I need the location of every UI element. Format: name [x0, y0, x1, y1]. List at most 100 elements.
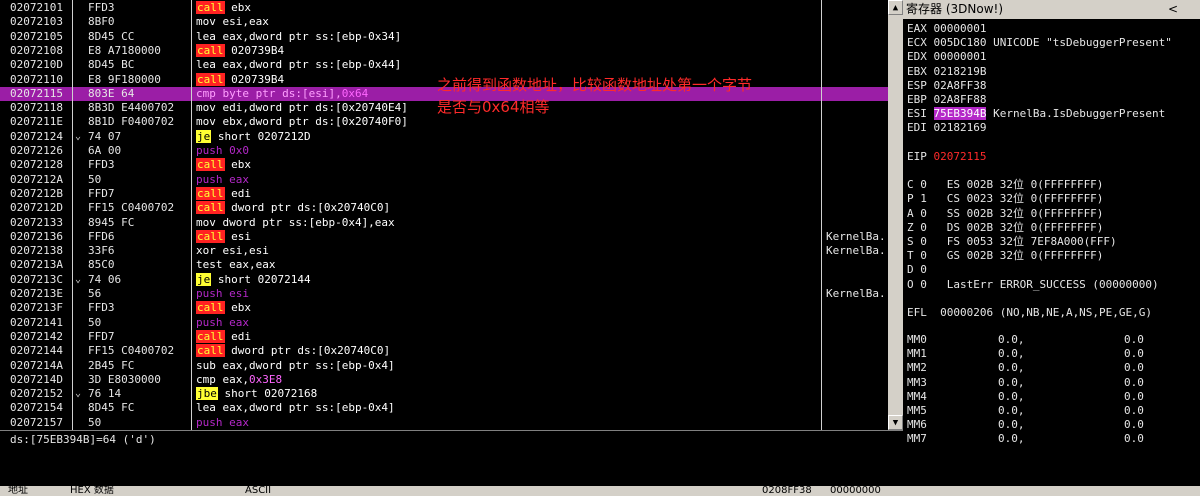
instruction-row[interactable]: 02072152 ⌄ 76 14 jbe short 02072168: [0, 387, 888, 401]
register-mm5[interactable]: MM5 0.0, 0.0: [907, 403, 1144, 418]
instruction-token: call: [196, 43, 225, 57]
instruction-bytes: 8D45 BC: [88, 58, 135, 72]
instruction-row[interactable]: 0207213C ⌄ 74 06 je short 02072144: [0, 272, 888, 287]
register-edi[interactable]: EDI 02182169: [907, 121, 986, 135]
flag-segment-line[interactable]: S 0 FS 0053 32位 7EF8A000(FFF): [907, 235, 1117, 249]
register-mm3[interactable]: MM3 0.0, 0.0: [907, 376, 1144, 390]
flag-segment-line[interactable]: Z 0 DS 002B 32位 0(FFFFFFFF): [907, 221, 1103, 235]
instruction-row[interactable]: 02072101 FFD3 call ebx: [0, 1, 888, 15]
instruction-row[interactable]: 0207212B FFD7 call edi: [0, 186, 888, 201]
instruction-address: 0207214A: [10, 358, 63, 372]
register-value[interactable]: 00000001: [934, 22, 987, 35]
instruction-address: 02072142: [10, 329, 63, 343]
instruction-token: lea eax,dword ptr ss:[ebp-0x34]: [196, 29, 402, 43]
register-value[interactable]: 02A8FF38: [934, 79, 987, 92]
flag-segment-line[interactable]: A 0 SS 002B 32位 0(FFFFFFFF): [907, 207, 1103, 221]
register-ebx[interactable]: EBX 0218219B: [907, 65, 986, 79]
instruction-address: 0207212A: [10, 172, 63, 186]
register-eax[interactable]: EAX 00000001: [907, 22, 986, 36]
instruction-row[interactable]: 0207213F FFD3 call ebx: [0, 301, 888, 315]
instruction-row[interactable]: 0207212D FF15 C0400702 call dword ptr ds:[…: [0, 201, 888, 215]
instruction-address: 02072108: [10, 43, 63, 57]
instruction-row[interactable]: 0207214D 3D E8030000 cmp eax,0x3E8: [0, 373, 888, 387]
column-divider-comment: [821, 0, 822, 430]
instruction-row[interactable]: 0207213A 85C0 test eax,eax: [0, 258, 888, 272]
register-edx[interactable]: EDX 00000001: [907, 50, 986, 64]
instruction-token: push eax: [196, 315, 249, 329]
instruction-row[interactable]: 02072144 FF15 C0400702 call dword ptr ds:[…: [0, 344, 888, 358]
register-value[interactable]: 005DC180: [934, 36, 987, 49]
instruction-row[interactable]: 0207212A 50 push eax: [0, 173, 888, 187]
instruction-token: edi: [231, 186, 251, 200]
instruction-token: 020739B4: [231, 72, 285, 86]
register-value[interactable]: 75EB394B: [933, 107, 987, 121]
flag-segment-line[interactable]: D 0: [907, 263, 927, 277]
register-value[interactable]: 02182169: [934, 121, 987, 134]
eflags-line[interactable]: EFL 00000206 (NO,NB,NE,A,NS,PE,GE,G): [907, 306, 1152, 320]
register-mm2[interactable]: MM2 0.0, 0.0: [907, 361, 1144, 375]
register-mm1[interactable]: MM1 0.0, 0.0: [907, 347, 1144, 361]
mm-value-high: 0.0: [1124, 375, 1144, 389]
instruction-token: 0x3E8: [248, 372, 283, 386]
instruction-bytes: 803E 64: [88, 86, 135, 100]
instruction-row[interactable]: 02072142 FFD7 call edi: [0, 329, 888, 344]
register-mm6[interactable]: MM6 0.0, 0.0: [907, 418, 1144, 432]
registers-pane[interactable]: 寄存器 (3DNow!) < EAX 00000001 ECX 005DC180 …: [903, 0, 1200, 486]
instruction-bytes: 2B45 FC: [88, 358, 135, 372]
instruction-row[interactable]: 0207214A 2B45 FC sub eax,dword ptr ss:[ebp…: [0, 359, 888, 373]
instruction-row[interactable]: 0207210D 8D45 BC lea eax,dword ptr ss:[ebp…: [0, 58, 888, 72]
mm-value-high: 0.0: [1124, 332, 1144, 346]
register-ebp[interactable]: EBP 02A8FF88: [907, 93, 986, 107]
disassembly-scrollbar[interactable]: ▲ ▼: [888, 0, 903, 430]
instruction-row[interactable]: 02072138 33F6 xor esi,esi KernelBa.: [0, 244, 888, 258]
instruction-address: 02072105: [10, 29, 63, 43]
scroll-up-icon[interactable]: ▲: [888, 0, 903, 15]
register-eip[interactable]: EIP 02072115: [907, 150, 986, 164]
registers-header[interactable]: 寄存器 (3DNow!) <: [903, 0, 1200, 19]
register-esi[interactable]: ESI 75EB394B KernelBa.IsDebuggerPresent: [907, 107, 1165, 121]
register-mm7[interactable]: MM7 0.0, 0.0: [907, 432, 1144, 446]
register-value[interactable]: 00000001: [934, 50, 987, 63]
register-mm0[interactable]: MM0 0.0, 0.0: [907, 333, 1144, 347]
instruction-row[interactable]: 02072154 8D45 FC lea eax,dword ptr ss:[ebp…: [0, 401, 888, 415]
register-value[interactable]: 02A8FF88: [934, 93, 987, 106]
instruction-row[interactable]: 02072136 FFD6 call esi KernelBa.: [0, 229, 888, 244]
instruction-row[interactable]: 02072157 50 push eax: [0, 416, 888, 430]
instruction-row[interactable]: 02072126 6A 00 push 0x0: [0, 144, 888, 158]
instruction-row[interactable]: 02072105 8D45 CC lea eax,dword ptr ss:[ebp…: [0, 30, 888, 44]
disassembly-pane[interactable]: 02072101 FFD3 call ebx 02072103 8BF0 mov esi,…: [0, 0, 888, 430]
dump-col-hex[interactable]: HEX 数据: [70, 486, 114, 496]
flag-segment-line[interactable]: C 0 ES 002B 32位 0(FFFFFFFF): [907, 178, 1103, 192]
register-ecx[interactable]: ECX 005DC180 UNICODE "tsDebuggerPresent": [907, 36, 1172, 50]
instruction-text: call esi: [196, 229, 251, 244]
dump-col-address[interactable]: 地址: [8, 486, 28, 496]
instruction-bytes: 74 06: [88, 272, 122, 286]
instruction-token: 0x64: [341, 86, 369, 100]
instruction-row[interactable]: 0207213E 56 push esi KernelBa.: [0, 287, 888, 301]
instruction-row[interactable]: 02072141 50 push eax: [0, 316, 888, 330]
register-name: MM5: [907, 403, 927, 417]
instruction-row[interactable]: 02072103 8BF0 mov esi,eax: [0, 15, 888, 29]
instruction-row[interactable]: 02072133 8945 FC mov dword ptr ss:[ebp-0x4…: [0, 216, 888, 230]
register-mm4[interactable]: MM4 0.0, 0.0: [907, 390, 1144, 404]
instruction-bytes: 6A 00: [88, 144, 122, 157]
register-value[interactable]: 02072115: [934, 150, 987, 163]
instruction-text: cmp eax,0x3E8: [196, 373, 282, 387]
flag-segment-line[interactable]: P 1 CS 0023 32位 0(FFFFFFFF): [907, 192, 1103, 206]
instruction-bytes: FFD3: [88, 1, 115, 14]
instruction-bytes: FFD6: [88, 229, 115, 243]
instruction-row[interactable]: 02072124 ⌄ 74 07 je short 0207212D: [0, 129, 888, 144]
instruction-row[interactable]: 02072128 FFD3 call ebx: [0, 158, 888, 172]
register-value[interactable]: 0218219B: [934, 65, 987, 78]
instruction-bytes: 76 14: [88, 387, 122, 401]
dump-col-ascii[interactable]: ASCII: [245, 486, 271, 496]
instruction-address: 02072103: [10, 15, 63, 29]
collapse-chevron-icon[interactable]: <: [1168, 0, 1178, 19]
scroll-down-icon[interactable]: ▼: [888, 415, 903, 430]
column-divider-address: [72, 0, 73, 430]
register-esp[interactable]: ESP 02A8FF38: [907, 79, 986, 93]
flag-segment-line[interactable]: O 0 LastErr ERROR_SUCCESS (00000000): [907, 278, 1159, 292]
register-name: EBX: [907, 64, 934, 78]
instruction-row[interactable]: 02072108 E8 A7180000 call 020739B4: [0, 43, 888, 58]
flag-segment-line[interactable]: T 0 GS 002B 32位 0(FFFFFFFF): [907, 249, 1103, 263]
